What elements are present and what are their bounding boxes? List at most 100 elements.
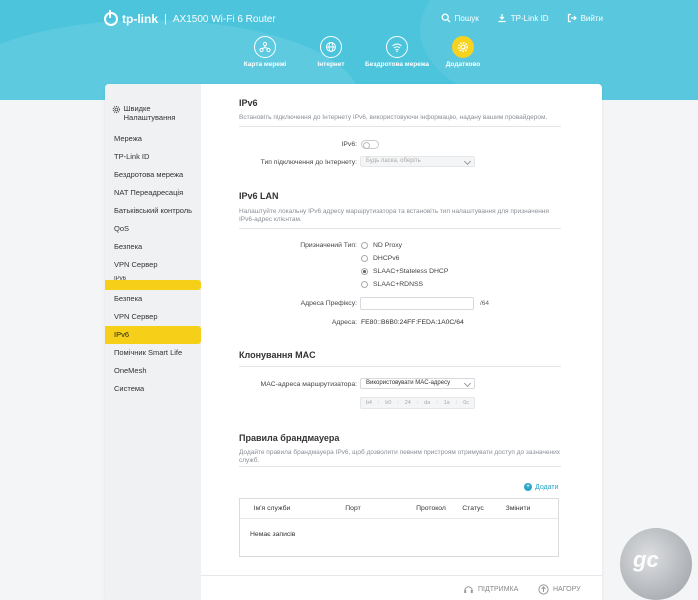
bottom-bar: ПІДТРИМКА НАГОРУ [201,575,602,600]
radio-dhcpv6-label: DHCPv6 [373,255,400,262]
ipv6-toggle-label: IPv6: [341,141,358,148]
gear-icon-circle [452,36,474,58]
search-link[interactable]: Пошук [441,13,479,23]
mac-select[interactable]: Використовувати MAC-адресу [360,378,475,389]
chevron-down-icon [463,157,472,166]
sidebar-overlap-highlight [105,280,201,290]
conn-type-placeholder: Будь ласка, оберіть [366,158,421,164]
wifi-icon-circle [386,36,408,58]
radio-dot [361,268,368,275]
globe-icon [326,42,336,52]
tplink-logo-icon [104,10,118,26]
firewall-description: Додайте правила брандмауера IPv6, щоб до… [239,449,560,464]
radio-slaac-stateless[interactable]: SLAAC+Stateless DHCP [361,268,448,275]
prefix-input[interactable] [360,297,474,310]
sidebar-item-network[interactable]: Мережа [105,130,201,148]
address-value: FE80::B6B0:24FF:FEDA:1A0C/64 [361,319,464,326]
radio-dot [361,242,368,249]
tab-advanced-label: Додатково [445,61,481,68]
tab-wireless[interactable]: Бездротова мережа [364,36,430,68]
download-icon [498,14,506,23]
logout-link-label: Вийти [580,13,603,23]
plus-icon: + [524,483,532,491]
main-panel: IPv6 Встановіть підключення до Інтернету… [201,84,602,600]
ipv6-toggle[interactable] [361,140,379,149]
quick-setup-gear-icon [112,105,120,114]
conn-type-select[interactable]: Будь ласка, оберіть [360,156,475,167]
radio-dot [361,255,368,262]
divider [239,228,561,229]
tplink-logo[interactable]: tp-link | AX1500 Wi-Fi 6 Router [104,10,276,26]
radio-nd-proxy-label: ND Proxy [373,242,403,249]
mac-octet: b0 [385,400,392,406]
mac-octet: b4 [365,400,372,406]
main-nav: Карта мережі Інтернет Бездротова мережа … [232,36,496,68]
mac-address-field[interactable]: b4: b0: 24: da: 1a: 0c [360,397,475,409]
sidebar-item-wireless[interactable]: Бездротова мережа [105,166,201,184]
support-button[interactable]: ПІДТРИМКА [463,584,518,595]
logout-link[interactable]: Вийти [567,13,603,23]
column-header: Ім'я служби [253,505,291,512]
tab-internet-label: Інтернет [317,61,345,68]
tab-network-map[interactable]: Карта мережі [232,36,298,68]
column-header: Порт [345,505,361,512]
watermark-text: gc [633,547,659,572]
table-header: Ім'я служби Порт Протокол Статус Змінити [240,499,558,519]
arrow-up-circle-icon [538,584,549,595]
tab-network-map-label: Карта мережі [243,61,287,68]
mac-label: MAC-адреса маршрутизатора: [260,381,357,388]
sidebar-item-nat[interactable]: NAT Переадресація [105,184,201,202]
sidebar: Швидке Налаштування Мережа TP-Link ID Бе… [105,84,201,600]
network-map-icon-circle [254,36,276,58]
radio-slaac-stateless-label: SLAAC+Stateless DHCP [373,268,449,275]
column-header: Статус [462,505,484,512]
sidebar-item-vpn-dup[interactable]: VPN Сервер [105,308,201,326]
sidebar-item-qos[interactable]: QoS [105,220,201,238]
sidebar-item-onemesh[interactable]: OneMesh [105,362,201,380]
mac-octet: da [424,400,431,406]
ipv6-description: Встановіть підключення до Інтернету IPv6… [239,114,548,121]
sidebar-item-security[interactable]: Безпека [105,238,201,256]
radio-slaac-rdnss-label: SLAAC+RDNSS [373,281,424,288]
back-to-top-label: НАГОРУ [553,586,581,593]
conn-type-label: Тип підключення до Інтернету: [260,159,357,166]
site-watermark-logo: gc [620,528,692,600]
back-to-top-button[interactable]: НАГОРУ [538,584,581,595]
top-links: Пошук TP-Link ID Вийти [441,13,603,23]
prefix-suffix: /64 [480,300,490,307]
radio-dhcpv6[interactable]: DHCPv6 [361,255,399,262]
tplink-id-link-label: TP-Link ID [510,13,549,23]
empty-table-message: Немає записів [250,531,296,538]
firewall-table: Ім'я служби Порт Протокол Статус Змінити… [239,498,559,557]
lan-section-title: IPv6 LAN [239,191,279,201]
add-rule-button[interactable]: + Додати [524,483,559,491]
address-label: Адреса: [331,319,357,326]
sidebar-item-parental[interactable]: Батьківський контроль [105,202,201,220]
sidebar-item-security-dup[interactable]: Безпека [105,290,201,308]
tab-internet[interactable]: Інтернет [298,36,364,68]
column-header: Протокол [416,505,446,512]
tplink-id-link[interactable]: TP-Link ID [497,13,549,23]
ipv6-section-title: IPv6 [239,98,258,108]
sidebar-item-system[interactable]: Система [105,380,201,398]
add-rule-label: Додати [535,483,559,491]
radio-dot [361,281,368,288]
mac-octet: 0c [463,400,470,406]
chevron-down-icon [463,379,472,388]
mac-octet: 1a [443,400,450,406]
sidebar-quick-setup[interactable]: Швидке Налаштування [105,84,201,122]
content-card: Швидке Налаштування Мережа TP-Link ID Бе… [105,84,602,600]
radio-slaac-rdnss[interactable]: SLAAC+RDNSS [361,281,423,288]
sidebar-item-vpn[interactable]: VPN Сервер [105,256,201,274]
radio-nd-proxy[interactable]: ND Proxy [361,242,402,249]
sidebar-item-ipv6[interactable]: IPv6 [105,326,201,344]
mac-select-value: Використовувати MAC-адресу [366,380,451,386]
tab-advanced[interactable]: Додатково [430,36,496,68]
sidebar-item-smart-life[interactable]: Помічник Smart Life [105,344,201,362]
globe-icon-circle [320,36,342,58]
wifi-icon [392,43,402,53]
sidebar-quick-setup-label: Швидке Налаштування [123,104,176,122]
support-label: ПІДТРИМКА [478,586,519,593]
mac-section-title: Клонування MAC [239,350,316,360]
sidebar-item-tplink-id[interactable]: TP-Link ID [105,148,201,166]
